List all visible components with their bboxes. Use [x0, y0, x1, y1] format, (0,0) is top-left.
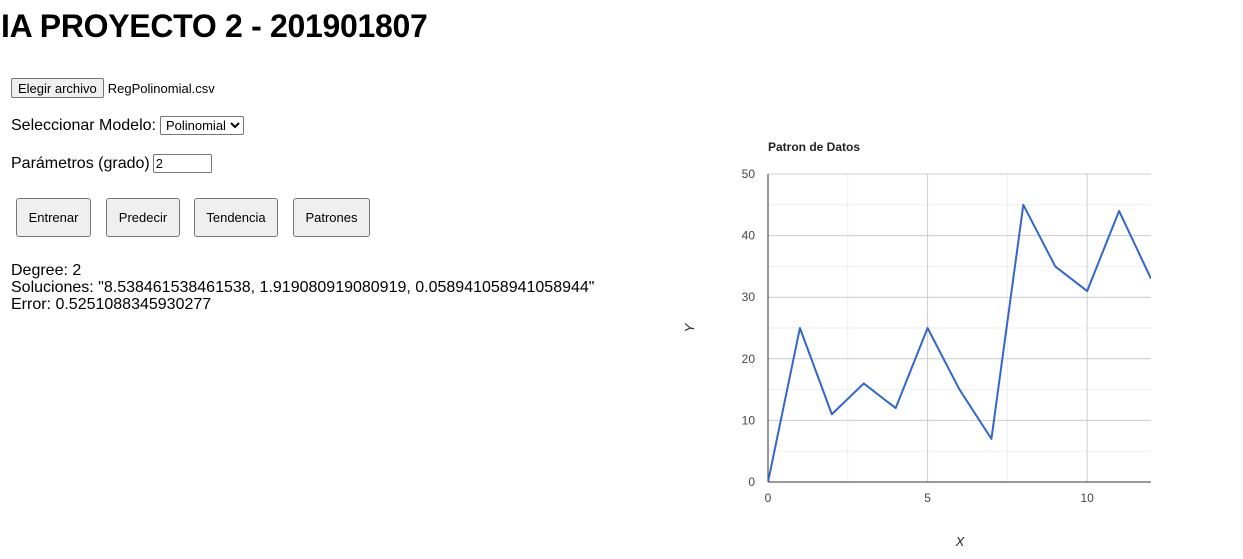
results-panel: Degree: 2 Soluciones: "8.538461538461538…	[11, 262, 594, 313]
chart: Patron de Datos 0 10 20 30 40 50 0 5 10 X Y	[682, 140, 1151, 549]
model-label: Seleccionar Modelo:	[11, 116, 156, 134]
y-tick-label: 10	[742, 413, 756, 427]
data-series-line	[768, 203, 1151, 483]
degree-input[interactable]	[152, 154, 212, 173]
y-tick-label: 50	[742, 167, 756, 181]
train-button[interactable]: Entrenar	[16, 198, 91, 237]
model-row: Seleccionar Modelo: Polinomial	[11, 116, 244, 135]
degree-text: Degree: 2	[11, 262, 82, 279]
page-title: IA PROYECTO 2 - 201901807	[1, 8, 428, 44]
y-axis-label: Y	[682, 322, 697, 332]
y-tick-label: 20	[742, 352, 756, 366]
file-row: Elegir archivo RegPolinomial.csv	[11, 78, 215, 98]
x-axis-label: X	[955, 534, 966, 549]
x-tick-label: 10	[1080, 491, 1094, 505]
patterns-button[interactable]: Patrones	[293, 198, 370, 237]
model-select[interactable]: Polinomial	[159, 116, 244, 135]
trend-button[interactable]: Tendencia	[194, 198, 278, 237]
x-tick-label: 5	[924, 491, 931, 505]
y-tick-label: 30	[742, 290, 756, 304]
params-label: Parámetros (grado)	[11, 154, 150, 172]
x-tick-label: 0	[765, 491, 772, 505]
y-tick-label: 40	[742, 229, 756, 243]
file-name: RegPolinomial.csv	[107, 80, 215, 96]
choose-file-button[interactable]: Elegir archivo	[11, 78, 104, 98]
params-row: Parámetros (grado)	[11, 154, 212, 173]
solutions-text: Soluciones: "8.538461538461538, 1.919080…	[11, 279, 595, 296]
chart-title: Patron de Datos	[768, 140, 860, 154]
predict-button[interactable]: Predecir	[106, 198, 180, 237]
error-text: Error: 0.5251088345930277	[11, 296, 212, 313]
y-tick-label: 0	[748, 475, 755, 489]
